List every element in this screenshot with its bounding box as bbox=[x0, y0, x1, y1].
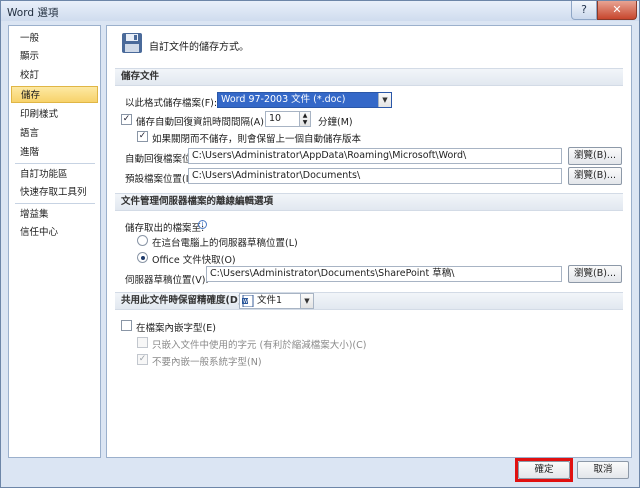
sidebar-item-addins[interactable]: 增益集 bbox=[11, 206, 98, 223]
sidebar-item-quick-access[interactable]: 快速存取工具列 bbox=[11, 184, 98, 201]
keep-last-checkbox[interactable]: ✓ bbox=[137, 131, 148, 142]
chevron-down-icon[interactable]: ▼ bbox=[378, 93, 391, 107]
no-common-fonts-checkbox[interactable]: ✓ bbox=[137, 354, 148, 365]
keep-last-label: 如果關閉而不儲存，則會保留上一個自動儲存版本 bbox=[152, 134, 362, 145]
drafts-location-label: 伺服器草稿位置(V): bbox=[125, 275, 209, 286]
drafts-location-input[interactable]: C:\Users\Administrator\Documents\SharePo… bbox=[206, 266, 562, 282]
embed-fonts-label: 在檔案內嵌字型(E) bbox=[136, 323, 216, 334]
document-select[interactable]: W 文件1 ▼ bbox=[239, 293, 314, 309]
close-button[interactable]: ✕ bbox=[597, 1, 637, 20]
word-document-icon: W bbox=[242, 295, 254, 307]
autorecover-label: 儲存自動回復資訊時間間隔(A): bbox=[136, 117, 268, 128]
section-server-files: 文件管理伺服器檔案的離線編輯選項 bbox=[115, 193, 623, 211]
section-preserve-fidelity: 共用此文件時保留精確度(D): bbox=[115, 292, 623, 310]
word-options-window: Word 選項 ? ✕ 一般 顯示 校訂 儲存 印刷樣式 語言 進階 自訂功能區… bbox=[0, 0, 640, 488]
cancel-button[interactable]: 取消 bbox=[577, 461, 629, 479]
sidebar-item-general[interactable]: 一般 bbox=[11, 30, 98, 47]
autorecover-location-input[interactable]: C:\Users\Administrator\AppData\Roaming\M… bbox=[188, 148, 562, 164]
radio-server-drafts[interactable] bbox=[137, 235, 148, 246]
autorecover-minutes-input[interactable]: 10 bbox=[265, 111, 300, 127]
floppy-disk-icon bbox=[122, 33, 142, 53]
minutes-spinner[interactable]: ▲ ▼ bbox=[300, 111, 311, 127]
svg-text:W: W bbox=[243, 299, 248, 305]
window-title: Word 選項 bbox=[7, 7, 59, 19]
section-save-documents: 儲存文件 bbox=[115, 68, 623, 86]
sidebar-item-proofing[interactable]: 校訂 bbox=[11, 67, 98, 84]
help-button[interactable]: ? bbox=[571, 1, 597, 20]
chevron-down-icon[interactable]: ▼ bbox=[300, 294, 313, 308]
sidebar-item-styles[interactable]: 印刷樣式 bbox=[11, 106, 98, 123]
sidebar-item-advanced[interactable]: 進階 bbox=[11, 144, 98, 161]
radio-selected-dot bbox=[140, 255, 145, 260]
sidebar-divider bbox=[15, 203, 95, 204]
embed-fonts-checkbox[interactable] bbox=[121, 320, 132, 331]
browse-default-button[interactable]: 瀏覽(B)... bbox=[568, 167, 622, 185]
radio-office-cache-label: Office 文件快取(O) bbox=[152, 255, 236, 266]
sidebar-divider bbox=[15, 163, 95, 164]
sidebar: 一般 顯示 校訂 儲存 印刷樣式 語言 進階 自訂功能區 快速存取工具列 增益集… bbox=[8, 25, 101, 458]
browse-drafts-button[interactable]: 瀏覽(B)... bbox=[568, 265, 622, 283]
ok-button[interactable]: 確定 bbox=[518, 461, 570, 479]
minutes-label: 分鐘(M) bbox=[318, 117, 353, 128]
content-panel: 自訂文件的儲存方式。 儲存文件 以此格式儲存檔案(F): Word 97-200… bbox=[106, 25, 632, 458]
format-label: 以此格式儲存檔案(F): bbox=[125, 98, 218, 109]
embed-used-chars-checkbox[interactable] bbox=[137, 337, 148, 348]
sidebar-item-customize-ribbon[interactable]: 自訂功能區 bbox=[11, 166, 98, 183]
fidelity-label: 共用此文件時保留精確度(D): bbox=[121, 295, 246, 306]
sidebar-item-trust-center[interactable]: 信任中心 bbox=[11, 224, 98, 241]
embed-used-chars-label: 只嵌入文件中使用的字元 (有利於縮減檔案大小)(C) bbox=[152, 340, 367, 351]
title-bar: Word 選項 ? ✕ bbox=[1, 1, 639, 21]
browse-autorecover-button[interactable]: 瀏覽(B)... bbox=[568, 147, 622, 165]
sidebar-item-save[interactable]: 儲存 bbox=[11, 86, 98, 103]
format-select-value: Word 97-2003 文件 (*.doc) bbox=[221, 94, 346, 105]
info-icon: i bbox=[198, 220, 207, 229]
autorecover-checkbox[interactable]: ✓ bbox=[121, 114, 132, 125]
format-select[interactable]: Word 97-2003 文件 (*.doc) ▼ bbox=[217, 92, 392, 108]
default-location-label: 預設檔案位置(I): bbox=[125, 174, 196, 185]
no-common-fonts-label: 不要內嵌一般系統字型(N) bbox=[152, 357, 262, 368]
page-title: 自訂文件的儲存方式。 bbox=[149, 42, 249, 53]
sidebar-item-language[interactable]: 語言 bbox=[11, 125, 98, 142]
default-location-input[interactable]: C:\Users\Administrator\Documents\ bbox=[188, 168, 562, 184]
radio-server-drafts-label: 在這台電腦上的伺服器草稿位置(L) bbox=[152, 238, 298, 249]
sidebar-item-display[interactable]: 顯示 bbox=[11, 48, 98, 65]
document-select-value: 文件1 bbox=[257, 295, 283, 306]
save-to-label: 儲存取出的檔案至: bbox=[125, 223, 205, 234]
radio-office-cache[interactable] bbox=[137, 252, 148, 263]
